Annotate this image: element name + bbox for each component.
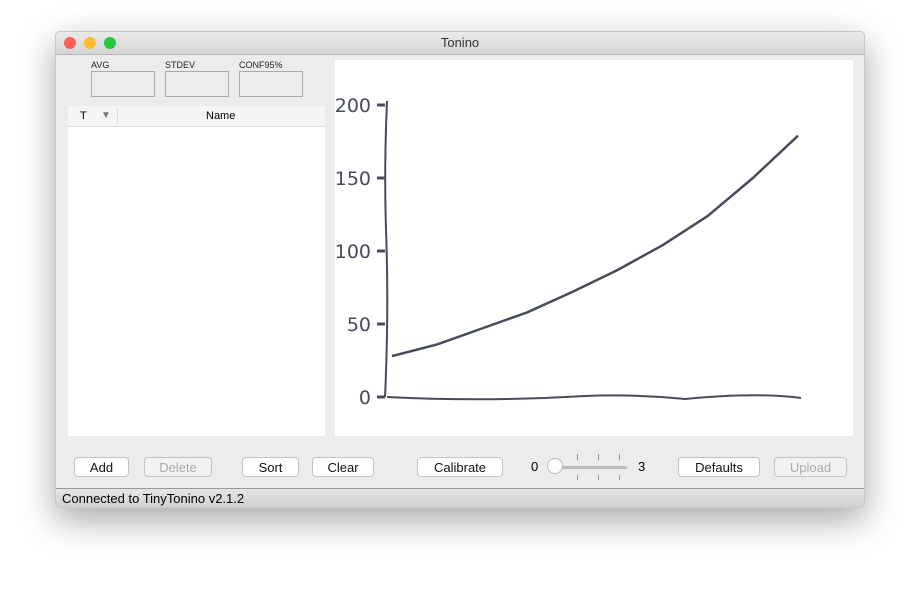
y-tick-label: 150	[335, 168, 371, 190]
avg-label: AVG	[91, 60, 110, 70]
y-axis	[384, 100, 389, 398]
avg-field	[91, 71, 155, 97]
add-button[interactable]: Add	[74, 457, 129, 477]
zoom-button[interactable]	[104, 37, 116, 49]
column-name[interactable]: Name	[206, 110, 235, 122]
calibrate-button[interactable]: Calibrate	[417, 457, 503, 477]
app-window: Tonino AVG STDEV CONF95% T ▼ Name 0 50 100…	[55, 31, 865, 508]
chart: 0 50 100 150 200	[335, 60, 853, 436]
column-t[interactable]: T	[80, 110, 87, 122]
conf-label: CONF95%	[239, 60, 283, 70]
clear-button[interactable]: Clear	[312, 457, 374, 477]
status-bar: Connected to TinyTonino v2.1.2	[56, 488, 864, 507]
stdev-field	[165, 71, 229, 97]
chart-svg: 0 50 100 150 200	[335, 95, 802, 409]
y-tick-label: 200	[335, 95, 371, 117]
slider-min-label: 0	[531, 459, 539, 474]
minimize-button[interactable]	[84, 37, 96, 49]
y-tick-label: 0	[359, 387, 371, 409]
defaults-button[interactable]: Defaults	[678, 457, 760, 477]
stdev-label: STDEV	[165, 60, 196, 70]
sort-desc-icon[interactable]: ▼	[101, 110, 111, 121]
baseline-line	[386, 394, 802, 401]
window-title: Tonino	[440, 35, 480, 50]
y-tick-label: 50	[347, 314, 371, 336]
y-tick-label: 100	[335, 241, 371, 263]
results-table[interactable]: T ▼ Name	[68, 106, 325, 436]
conf-field	[239, 71, 303, 97]
sort-button[interactable]: Sort	[242, 457, 299, 477]
series-line	[391, 134, 799, 358]
slider-thumb[interactable]	[547, 458, 563, 474]
slider-max-label: 3	[638, 459, 646, 474]
table-header: T ▼ Name	[68, 106, 325, 127]
close-button[interactable]	[64, 37, 76, 49]
delete-button[interactable]: Delete	[144, 457, 212, 477]
upload-button[interactable]: Upload	[774, 457, 847, 477]
title-bar: Tonino	[56, 32, 864, 55]
